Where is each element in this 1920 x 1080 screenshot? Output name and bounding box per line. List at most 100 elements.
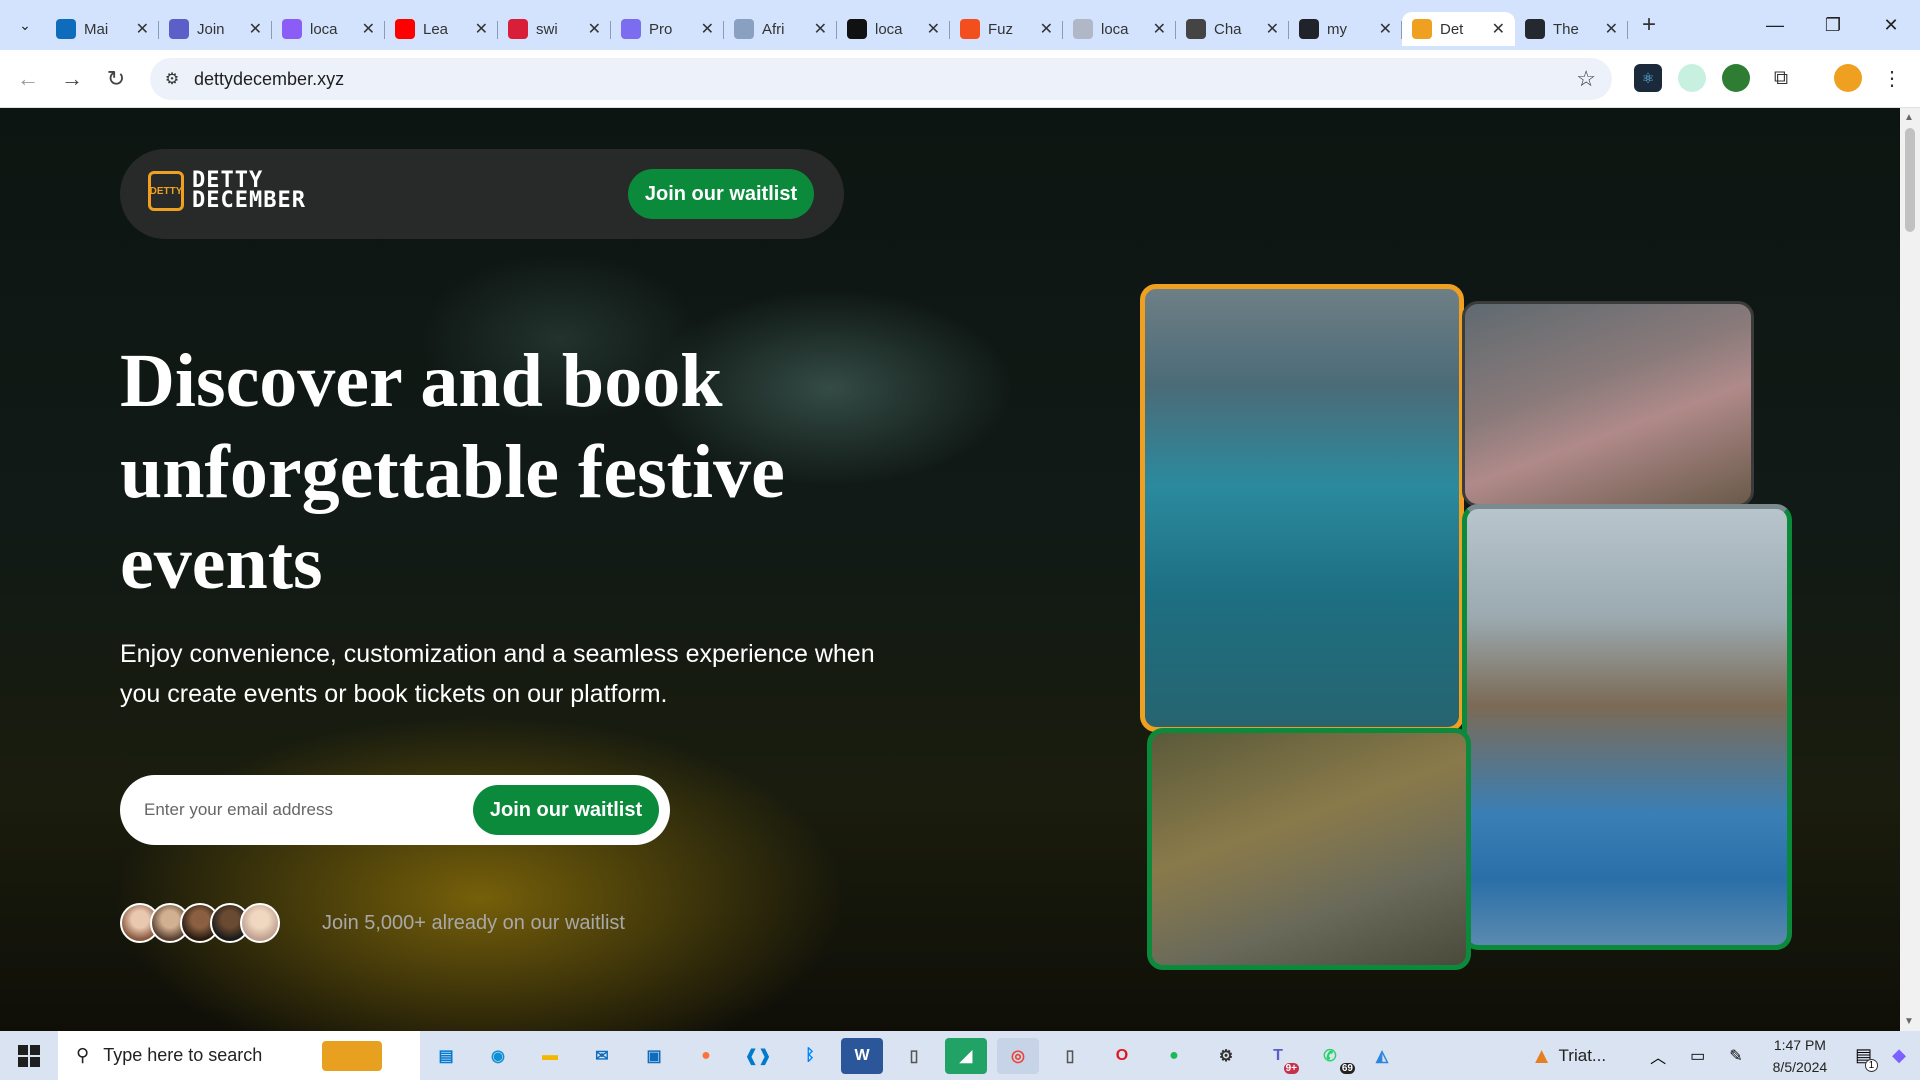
new-tab-button[interactable]: + [1642, 11, 1656, 39]
tab-close-icon[interactable]: ✕ [1605, 19, 1618, 39]
tab-title: Join [197, 20, 225, 38]
extension-globe-icon[interactable] [1722, 64, 1750, 92]
minimize-icon[interactable]: — [1746, 0, 1804, 50]
tab-6[interactable]: Afri ✕ [724, 12, 837, 46]
tab-strip: ⌄ Mai ✕ Join ✕ loca ✕ Lea ✕ swi ✕ Pro ✕ Afri ✕ loca ✕ Fu… [0, 0, 1920, 50]
tab-11[interactable]: my ✕ [1289, 12, 1402, 46]
tab-close-icon[interactable]: ✕ [701, 19, 714, 39]
tab-close-icon[interactable]: ✕ [588, 19, 601, 39]
tabs-container: Mai ✕ Join ✕ loca ✕ Lea ✕ swi ✕ Pro ✕ Afri ✕ loca ✕ Fuz ✕… [46, 4, 1628, 46]
clock-time: 1:47 PM [1773, 1036, 1826, 1053]
file-icon[interactable]: ▯ [1049, 1038, 1091, 1074]
edge-icon[interactable]: ◉ [477, 1038, 519, 1074]
tab-0[interactable]: Mai ✕ [46, 12, 159, 46]
tab-8[interactable]: Fuz ✕ [950, 12, 1063, 46]
tab-close-icon[interactable]: ✕ [927, 19, 940, 39]
scroll-up-icon[interactable]: ▲ [1904, 112, 1914, 123]
tab-close-icon[interactable]: ✕ [475, 19, 488, 39]
tab-3[interactable]: Lea ✕ [385, 12, 498, 46]
tab-close-icon[interactable]: ✕ [1040, 19, 1053, 39]
tab-1[interactable]: Join ✕ [159, 12, 272, 46]
teams-taskbar-icon[interactable]: T 9+ [1257, 1038, 1299, 1074]
tab-title: The [1553, 20, 1579, 38]
notifications-icon[interactable]: ▤ 1 [1855, 1045, 1879, 1072]
menu-dots-icon[interactable]: ⋮ [1878, 64, 1906, 92]
tab-12[interactable]: Det ✕ [1402, 12, 1515, 46]
tab-close-icon[interactable]: ✕ [1266, 19, 1279, 39]
extension-green-icon[interactable] [1678, 64, 1706, 92]
extensions-puzzle-icon[interactable]: ⧉ [1767, 64, 1795, 92]
extension-react-icon[interactable]: ⚛ [1634, 64, 1662, 92]
tab-2[interactable]: loca ✕ [272, 12, 385, 46]
show-hidden-icons-chevron-icon[interactable]: ︿ [1650, 1044, 1666, 1068]
taskbar-search-box[interactable]: ⚲ Type here to search [58, 1031, 420, 1080]
bluetooth-icon[interactable]: ᛒ [789, 1038, 831, 1074]
hero-subtitle: Enjoy convenience, customization and a s… [120, 640, 875, 708]
tab-4[interactable]: swi ✕ [498, 12, 611, 46]
square-icon [282, 19, 302, 39]
copilot-icon[interactable]: ◆ [1892, 1045, 1906, 1066]
forward-icon[interactable]: → [50, 66, 94, 92]
windows-start-icon[interactable] [0, 1031, 58, 1080]
spotify-icon[interactable]: ● [1153, 1038, 1195, 1074]
tab-close-icon[interactable]: ✕ [814, 19, 827, 39]
word-icon[interactable]: W [841, 1037, 883, 1074]
mail-icon[interactable]: ✉ [581, 1038, 623, 1074]
chrome-icon[interactable]: ◎ [997, 1037, 1039, 1074]
back-icon[interactable]: ← [6, 66, 50, 92]
chatgpt-icon [1186, 19, 1206, 39]
tab-10[interactable]: Cha ✕ [1176, 12, 1289, 46]
reload-icon[interactable]: ↻ [94, 66, 138, 92]
notepad-icon[interactable]: ▯ [893, 1038, 935, 1074]
site-info-icon[interactable]: ⚙ [150, 69, 194, 89]
address-bar[interactable]: ⚙ dettydecember.xyz ☆ [150, 58, 1612, 100]
scroll-down-icon[interactable]: ▼ [1904, 1016, 1914, 1027]
firefox-icon[interactable]: ● [685, 1038, 727, 1074]
outdoor-party-photo [1147, 728, 1471, 970]
pen-icon[interactable]: ✎ [1729, 1046, 1742, 1066]
close-window-icon[interactable]: ✕ [1862, 0, 1920, 50]
scrollbar-thumb[interactable] [1905, 128, 1915, 232]
opera-icon[interactable]: O [1101, 1038, 1143, 1074]
weather-text[interactable]: Triat... [1559, 1046, 1607, 1066]
github-icon [1525, 19, 1545, 39]
dettydecember-icon [1412, 19, 1432, 39]
battery-icon[interactable]: ▭ [1690, 1046, 1705, 1066]
profile-avatar[interactable] [1834, 64, 1862, 92]
file-explorer-icon[interactable]: ▬ [529, 1038, 571, 1074]
tab-title: loca [1101, 20, 1129, 38]
whatsapp-icon[interactable]: ✆ 69 [1309, 1038, 1355, 1074]
tab-13[interactable]: The ✕ [1515, 12, 1628, 46]
tab-close-icon[interactable]: ✕ [1492, 19, 1505, 39]
tab-5[interactable]: Pro ✕ [611, 12, 724, 46]
tab-9[interactable]: loca ✕ [1063, 12, 1176, 46]
restore-icon[interactable]: ❐ [1804, 0, 1862, 50]
tab-close-icon[interactable]: ✕ [1379, 19, 1392, 39]
app-green-icon[interactable]: ◢ [945, 1037, 987, 1074]
tab-title: Lea [423, 20, 449, 38]
photos-icon[interactable]: ◭ [1361, 1038, 1403, 1074]
tab-close-icon[interactable]: ✕ [136, 19, 149, 39]
form-join-waitlist-button[interactable]: Join our waitlist [473, 785, 659, 835]
tab-7[interactable]: loca ✕ [837, 12, 950, 46]
teams-icon [169, 19, 189, 39]
taskbar-search-placeholder: Type here to search [103, 1045, 263, 1065]
header-join-waitlist-button[interactable]: Join our waitlist [628, 169, 814, 219]
detty-december-logo[interactable]: DETTY DETTY DECEMBER [148, 170, 306, 212]
clock[interactable]: 1:47 PM 8/5/2024 [1773, 1034, 1828, 1078]
settings-gear-icon[interactable]: ⚙ [1205, 1038, 1247, 1074]
tab-search-button[interactable]: ⌄ [10, 10, 40, 40]
bookmark-star-icon[interactable]: ☆ [1576, 66, 1596, 92]
address-url[interactable]: dettydecember.xyz [194, 69, 344, 90]
tab-close-icon[interactable]: ✕ [362, 19, 375, 39]
notification-badge: 1 [1864, 1059, 1879, 1072]
task-view-icon[interactable]: ▤ [425, 1038, 467, 1074]
tab-close-icon[interactable]: ✕ [1153, 19, 1166, 39]
vscode-icon[interactable]: ❰❱ [737, 1038, 779, 1074]
email-input[interactable] [142, 788, 462, 832]
triangle-icon [847, 19, 867, 39]
store-icon[interactable]: ▣ [633, 1038, 675, 1074]
tab-close-icon[interactable]: ✕ [249, 19, 262, 39]
page-scrollbar[interactable]: ▲ ▼ [1900, 108, 1920, 1031]
system-tray: ▲ Triat... ︿ ▭ ✎ 1:47 PM 8/5/2024 ▤ 1 ◆ [1531, 1031, 1920, 1080]
